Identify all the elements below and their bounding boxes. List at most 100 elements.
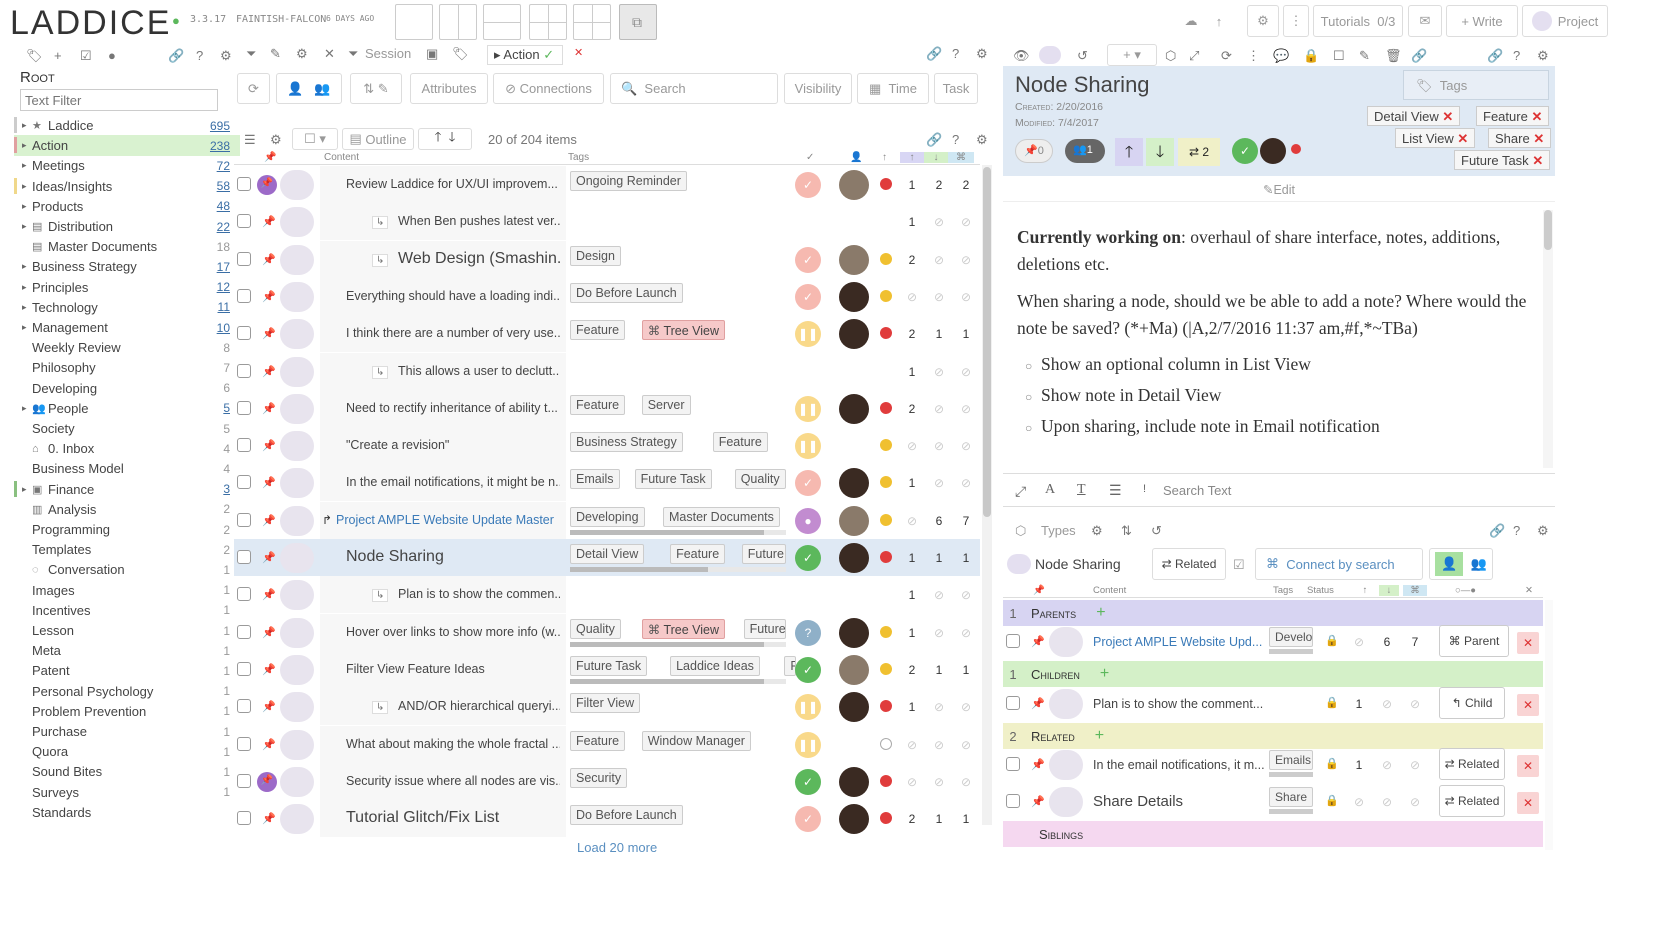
arrow-up-icon[interactable]: ↑ <box>1206 6 1232 36</box>
row-checkbox[interactable] <box>237 550 251 564</box>
row-checkbox[interactable] <box>1006 794 1020 808</box>
detail-tag[interactable]: Future Task ✕ <box>1454 150 1551 170</box>
people-filter-button[interactable]: 👤 👥 <box>276 73 342 104</box>
types-label[interactable]: Types <box>1041 523 1076 538</box>
assignee-avatar[interactable] <box>839 543 869 573</box>
tree-item[interactable]: Problem Prevention 1 <box>14 701 240 722</box>
close-icon[interactable]: ✕ <box>324 46 335 62</box>
priority-dot[interactable] <box>880 737 892 750</box>
outline-row[interactable]: 📌 Node Sharing Detail View Feature Future Ta… <box>234 539 980 576</box>
attributes-button[interactable]: Attributes <box>410 73 488 104</box>
check-icon[interactable]: ☑ <box>80 48 92 64</box>
link-green-icon[interactable]: 🔗 <box>1489 523 1505 539</box>
priority-dot[interactable] <box>880 774 892 787</box>
connection-row[interactable]: 📌 Share Details Share 🔒 ⊘ ⊘ ⊘ ⇄ Related ✕ <box>1003 783 1543 820</box>
row-tag[interactable]: Feature <box>712 432 768 453</box>
connections-button[interactable]: ⊘ Connections <box>493 73 604 104</box>
settings-cogs-button[interactable]: ⚙ <box>1247 5 1279 37</box>
check-icon[interactable]: ☑ <box>1233 557 1245 573</box>
row-checkbox[interactable] <box>237 624 251 639</box>
row-tag[interactable]: Emails <box>570 469 620 490</box>
cloud-upload-icon[interactable]: ☁ <box>1178 6 1204 36</box>
row-checkbox[interactable] <box>237 438 251 453</box>
row-checkbox[interactable] <box>237 773 251 788</box>
circle-icon[interactable]: ● <box>108 48 116 63</box>
row-checkbox[interactable] <box>237 400 251 415</box>
connections-scrollbar[interactable] <box>1545 600 1553 850</box>
row-tag[interactable]: ⌘ Tree View <box>641 320 726 341</box>
outline-row[interactable]: 📌 In the email notifications, it might be… <box>234 464 980 502</box>
row-tag[interactable]: Feature <box>570 320 626 341</box>
tags-button[interactable]: 🏷 Tags <box>1403 70 1549 100</box>
priority-dot[interactable] <box>880 662 892 675</box>
priority-dot[interactable] <box>880 625 892 638</box>
tree-item[interactable]: Weekly Review 8 <box>14 337 240 358</box>
remove-connection-button[interactable]: ✕ <box>1517 792 1539 814</box>
tree-item[interactable]: Patent 1 <box>14 660 240 681</box>
status-icon[interactable]: ✓ <box>795 806 821 833</box>
tree-item[interactable]: Images 1 <box>14 580 240 601</box>
visibility-button[interactable]: Visibility <box>784 73 852 104</box>
eye-icon[interactable]: 👁 <box>1013 48 1030 64</box>
pencil-icon[interactable]: ✎ <box>270 46 281 62</box>
history-icon[interactable]: ↺ <box>1077 48 1088 64</box>
tree-item[interactable]: Sound Bites 1 <box>14 761 240 782</box>
pin-count-badge[interactable]: 📌0 <box>1015 139 1053 163</box>
tree-item[interactable]: ▤ Master Documents 18 <box>14 236 240 257</box>
hexagon-icon[interactable]: ⬡ <box>1165 48 1176 64</box>
tree-item[interactable]: ▸ Management 10 <box>14 317 240 338</box>
row-checkbox[interactable] <box>237 326 251 341</box>
settings-icon[interactable]: ⚙ <box>220 48 232 64</box>
app-logo[interactable]: LADDICE <box>10 4 171 43</box>
assignee-avatar[interactable] <box>839 766 869 797</box>
detail-title[interactable]: Node Sharing <box>1015 72 1150 98</box>
tree-item[interactable]: ▸ Products 48 <box>14 196 240 217</box>
trash-icon[interactable]: 🗑 <box>1385 48 1402 64</box>
square-icon[interactable]: ☐ <box>1333 48 1345 64</box>
row-tag[interactable]: Do Before Launch <box>570 805 683 826</box>
outline-row[interactable]: 📌 Filter View Feature Ideas Future Task Lad… <box>234 650 980 688</box>
settings-icon[interactable]: ⚙ <box>1537 48 1549 64</box>
people-toggle[interactable]: 👤 👥 <box>1429 548 1493 580</box>
status-icon[interactable]: ✓ <box>795 768 821 795</box>
row-tag[interactable]: Laddice Ideas <box>670 655 760 676</box>
action-tab[interactable]: ▸ Action ✓ <box>487 45 563 65</box>
remove-tab-icon[interactable]: ✕ <box>574 46 583 59</box>
sort-button[interactable]: ⇅ ✎ <box>350 73 402 104</box>
select-all-dropdown[interactable]: ☐ ▾ <box>292 128 338 150</box>
gear-icon[interactable]: ⚙ <box>296 46 308 62</box>
priority-dot[interactable] <box>880 289 892 302</box>
row-checkbox[interactable] <box>237 288 251 303</box>
row-tag[interactable]: Developing <box>570 506 645 527</box>
time-button[interactable]: ▦ Time <box>857 73 929 104</box>
tree-item[interactable]: Business Model 4 <box>14 458 240 479</box>
help-icon[interactable]: ? <box>196 48 203 63</box>
connection-type-button[interactable]: ⇄ Related <box>1439 785 1505 817</box>
help-icon[interactable]: ? <box>952 46 959 61</box>
pin-icon[interactable]: 📌 <box>1031 697 1045 710</box>
assignee-avatar[interactable] <box>839 281 869 312</box>
outline-row[interactable]: 📌 I think there are a number of very use.… <box>234 315 980 353</box>
row-title[interactable]: Tutorial Glitch/Fix List <box>346 809 560 827</box>
history-icon[interactable]: ↺ <box>1151 523 1162 539</box>
link-icon[interactable]: 🔗 <box>168 48 184 64</box>
row-checkbox[interactable] <box>237 177 251 191</box>
search-text-input[interactable]: Search Text <box>1163 483 1231 498</box>
avatar-icon[interactable] <box>1039 46 1061 64</box>
assignee-avatar[interactable] <box>839 393 869 424</box>
expand-icon[interactable]: ⤢ <box>1189 48 1199 64</box>
filter-icon[interactable]: ⏷ <box>246 46 256 62</box>
row-tag[interactable]: Window Manager <box>641 730 751 751</box>
row-tag[interactable]: Feature <box>670 544 726 564</box>
people-count-badge[interactable]: 👥1 <box>1065 139 1105 163</box>
outline-row[interactable]: 📌 Security issue where all nodes are vis.… <box>234 762 980 800</box>
pin-icon[interactable]: 📌 <box>262 253 276 266</box>
row-tag[interactable]: Detail View <box>570 544 645 564</box>
connection-title[interactable]: Plan is to show the comment... <box>1093 697 1265 711</box>
exclamation-icon[interactable]: ! <box>1143 483 1146 495</box>
assignee-avatar[interactable] <box>839 170 869 200</box>
outline-row[interactable]: 📌 "Create a revision" Business Strategy Fea… <box>234 427 980 465</box>
outline-row[interactable]: 📌 ↳ Plan is to show the commen... 1 ⊘ ⊘ <box>234 576 980 614</box>
connect-by-search-input[interactable]: ⌘ Connect by search <box>1255 548 1423 580</box>
add-icon[interactable]: + <box>54 48 62 63</box>
